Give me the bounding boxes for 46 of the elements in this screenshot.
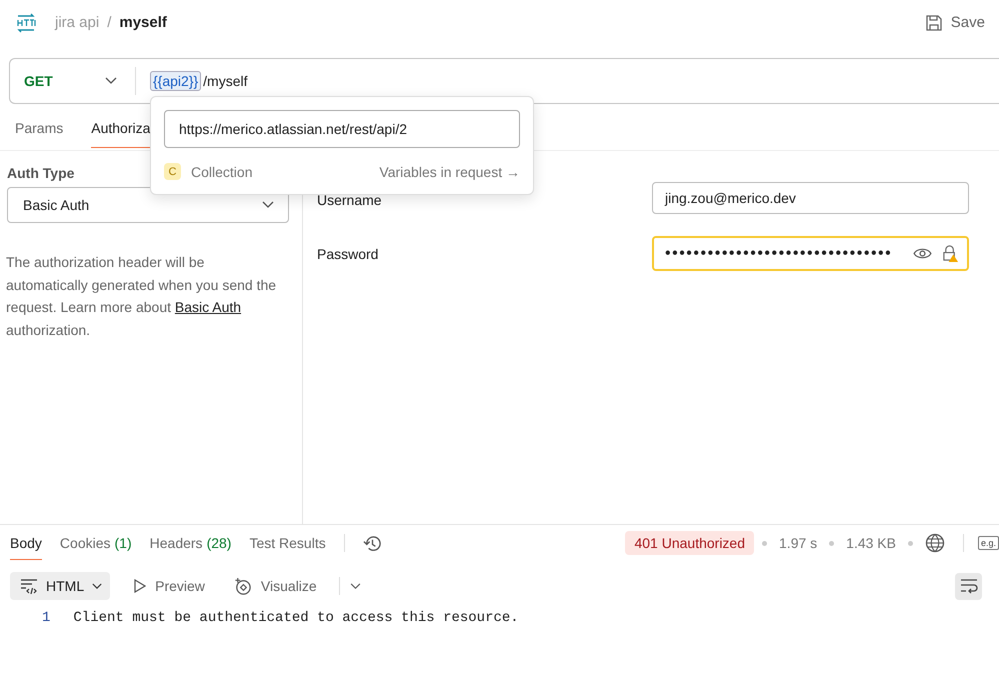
play-icon: [134, 579, 146, 593]
breadcrumb-separator: /: [107, 14, 112, 31]
variable-token[interactable]: {{api2}}: [150, 71, 202, 91]
field-label: Username: [317, 191, 383, 208]
code-lines-icon: [20, 578, 38, 594]
visualize-button[interactable]: Visualize: [226, 576, 323, 596]
format-dropdown[interactable]: HTML: [10, 572, 110, 600]
url-path[interactable]: /myself: [203, 73, 248, 89]
history-icon[interactable]: [362, 534, 382, 552]
chevron-down-icon[interactable]: [350, 582, 361, 590]
request-name: myself: [119, 14, 167, 31]
globe-icon[interactable]: [924, 533, 945, 553]
status-badge: 401 Unauthorized: [625, 531, 754, 555]
password-field[interactable]: ••••••••••••••••••••••••••••••••: [652, 236, 969, 271]
auth-description: The authorization header will be automatically generated when you send the request. Learn more about Basic Auth authorization.: [6, 253, 278, 340]
basic-auth-link[interactable]: Basic Auth: [174, 299, 242, 316]
auth-type-label: Auth Type: [7, 165, 74, 181]
variables-link[interactable]: Variables in request →: [379, 164, 520, 180]
example-button[interactable]: e.g.: [978, 536, 999, 550]
chevron-down-icon: [105, 77, 117, 85]
sparkle-icon: [232, 576, 252, 596]
response-tab[interactable]: Cookies (1): [60, 526, 132, 560]
variable-scope: Collection: [191, 164, 252, 180]
http-icon: [15, 12, 37, 32]
scope-badge: C: [164, 163, 181, 180]
request-tab[interactable]: Params: [15, 106, 64, 148]
eye-icon[interactable]: [913, 247, 932, 260]
chevron-down-icon: [262, 201, 274, 209]
preview-button[interactable]: Preview: [128, 577, 211, 595]
response-tab[interactable]: Headers (28): [150, 526, 232, 560]
wrap-lines-button[interactable]: [955, 572, 982, 600]
field-label: Password: [317, 245, 380, 262]
lock-warning-icon[interactable]: [942, 245, 959, 262]
chevron-down-icon: [92, 582, 102, 590]
method-dropdown[interactable]: GET: [10, 59, 135, 103]
save-icon: [924, 14, 943, 32]
line-number: 1: [42, 610, 50, 626]
username-field[interactable]: jing.zou@merico.dev: [652, 182, 969, 214]
response-tab[interactable]: Test Results: [249, 526, 326, 560]
variable-value-field[interactable]: https://merico.atlassian.net/rest/api/2: [164, 110, 520, 148]
response-size: 1.43 KB: [846, 535, 896, 551]
save-button[interactable]: Save: [924, 10, 985, 36]
wrap-icon: [960, 578, 978, 594]
response-time: 1.97 s: [779, 535, 818, 551]
response-tab[interactable]: Body: [10, 526, 42, 560]
code-line: Client must be authenticated to access this resource.: [73, 610, 519, 626]
